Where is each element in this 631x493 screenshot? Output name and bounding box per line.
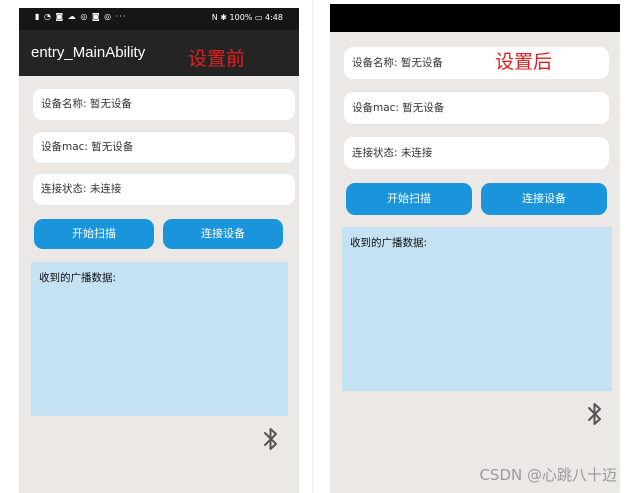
bluetooth-icon[interactable] [586,401,604,427]
status-battery-time: N ✱ 100% ▭ 4:48 [211,13,283,22]
phone-after: 设备名称: 暂无设备 设备mac: 暂无设备 连接状态: 未连接 开始扫描 连接… [330,4,620,493]
watermark: CSDN @心跳八十迈 [479,466,617,484]
connect-device-button[interactable]: 连接设备 [163,219,283,249]
app-title: entry_MainAbility [31,44,146,61]
start-scan-button[interactable]: 开始扫描 [34,219,154,249]
connection-status-field: 连接状态: 未连接 [344,137,609,169]
connect-device-button[interactable]: 连接设备 [481,183,607,215]
bluetooth-icon[interactable] [262,426,280,452]
device-name-field: 设备名称: 暂无设备 [344,47,609,79]
status-icons: ▮ ◔ ◙ ☁ ◎ ◙ ◎ ··· [35,12,127,21]
broadcast-data-label: 收到的广播数据: [39,272,117,284]
app-bar: entry_MainAbility [19,30,299,76]
broadcast-data-panel: 收到的广播数据: [31,262,288,416]
status-bar-hidden [330,4,620,32]
divider [312,0,313,493]
label-after-settings: 设置后 [495,51,553,73]
phone-before: ▮ ◔ ◙ ☁ ◎ ◙ ◎ ··· N ✱ 100% ▭ 4:48 entry_… [19,8,299,493]
device-mac-field: 设备mac: 暂无设备 [33,132,295,163]
broadcast-data-label: 收到的广播数据: [350,237,428,249]
status-bar: ▮ ◔ ◙ ☁ ◎ ◙ ◎ ··· N ✱ 100% ▭ 4:48 [19,8,299,30]
broadcast-data-panel: 收到的广播数据: [342,227,612,391]
device-name-field: 设备名称: 暂无设备 [33,89,295,120]
start-scan-button[interactable]: 开始扫描 [346,183,472,215]
connection-status-field: 连接状态: 未连接 [33,174,295,205]
label-before-settings: 设置前 [188,48,246,70]
device-mac-field: 设备mac: 暂无设备 [344,92,609,124]
